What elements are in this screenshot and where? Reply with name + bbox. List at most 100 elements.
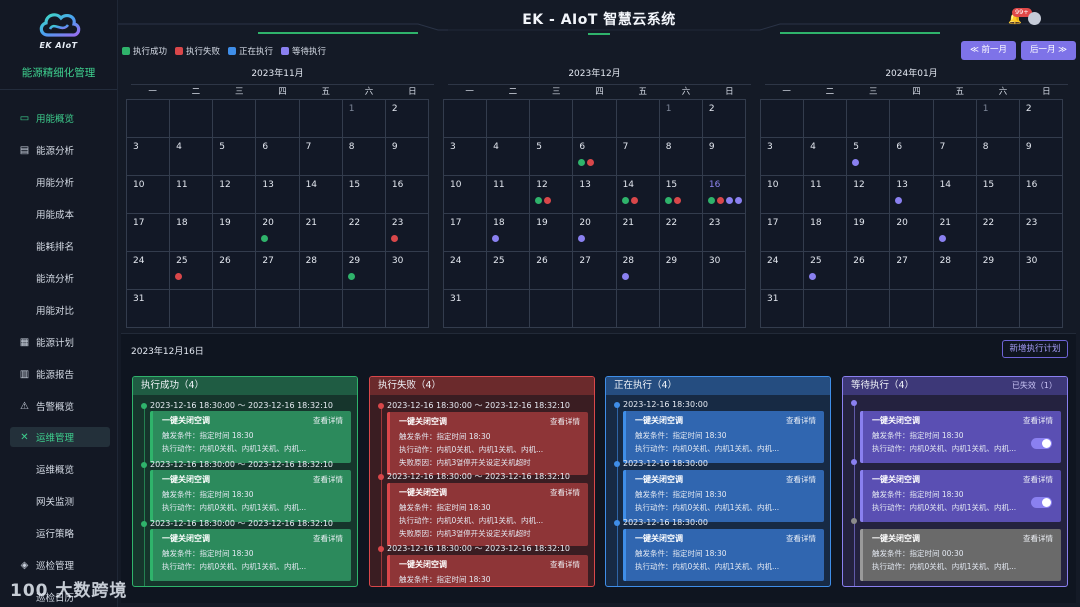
calendar-day[interactable]: 1	[342, 100, 386, 138]
calendar-day[interactable]: 11	[170, 176, 214, 214]
calendar-day[interactable]: 12	[847, 176, 891, 214]
calendar-day[interactable]: 31	[127, 290, 171, 328]
sidebar-item[interactable]: 用能对比	[10, 300, 110, 320]
calendar-day[interactable]: 25	[487, 252, 531, 290]
sidebar-item[interactable]: 用能成本	[10, 204, 110, 224]
calendar-day[interactable]: 2	[702, 100, 746, 138]
calendar-day[interactable]: 26	[213, 252, 257, 290]
calendar-day[interactable]	[890, 100, 934, 138]
calendar-day[interactable]: 24	[127, 252, 171, 290]
calendar-day[interactable]	[616, 100, 660, 138]
calendar-day[interactable]	[444, 100, 488, 138]
calendar-day[interactable]	[299, 100, 343, 138]
plan-card[interactable]: 一键关闭空调 查看详情 触发条件：指定时间 18:30 执行动作：内机0关机、内机1关…	[150, 529, 351, 581]
calendar-day[interactable]: 17	[444, 214, 488, 252]
calendar-day[interactable]: 29	[976, 252, 1020, 290]
calendar-day[interactable]	[256, 100, 300, 138]
calendar-day[interactable]: 22	[976, 214, 1020, 252]
plan-card[interactable]: 一键关闭空调 查看详情 触发条件：指定时间 18:30 执行动作：内机0关机、内机1关…	[860, 411, 1061, 463]
calendar-day[interactable]	[385, 290, 429, 328]
plan-card[interactable]: 一键关闭空调 查看详情 触发条件：指定时间 18:30 执行动作：内机0关机、内机1关…	[623, 470, 824, 522]
calendar-day[interactable]: 26	[847, 252, 891, 290]
calendar-day[interactable]	[616, 290, 660, 328]
sidebar-item[interactable]: 用能分析	[10, 172, 110, 192]
calendar-day[interactable]: 13	[573, 176, 617, 214]
calendar-day[interactable]: 12	[213, 176, 257, 214]
calendar-day[interactable]: 20	[890, 214, 934, 252]
sidebar-item[interactable]: 网关监测	[10, 491, 110, 511]
view-details-link[interactable]: 查看详情	[1023, 533, 1053, 544]
plan-card[interactable]: 一键关闭空调 查看详情 触发条件：指定时间 18:30 执行动作：内机0关机、内机1关…	[623, 529, 824, 581]
calendar-day[interactable]: 5	[530, 138, 574, 176]
calendar-day[interactable]: 7	[616, 138, 660, 176]
plan-card[interactable]: 一键关闭空调 查看详情 触发条件：指定时间 18:30 执行动作：内机0关机、内机1关…	[860, 470, 1061, 522]
calendar-day[interactable]: 2	[1019, 100, 1063, 138]
calendar-day[interactable]	[530, 290, 574, 328]
calendar-day[interactable]: 15	[976, 176, 1020, 214]
calendar-day[interactable]: 8	[342, 138, 386, 176]
calendar-day[interactable]: 21	[616, 214, 660, 252]
enable-toggle[interactable]	[1031, 497, 1052, 508]
calendar-day[interactable]	[299, 290, 343, 328]
sidebar-item[interactable]: ▦ 能源计划	[10, 332, 110, 352]
view-details-link[interactable]: 查看详情	[550, 416, 580, 427]
plan-card[interactable]: 一键关闭空调 查看详情 触发条件：指定时间 18:30 执行动作：内机0关机、内机1关…	[387, 483, 588, 546]
calendar-day[interactable]	[487, 290, 531, 328]
calendar-day[interactable]: 14	[299, 176, 343, 214]
view-details-link[interactable]: 查看详情	[550, 487, 580, 498]
new-plan-button[interactable]: 新增执行计划	[1002, 340, 1068, 358]
calendar-day[interactable]: 23	[1019, 214, 1063, 252]
calendar-day[interactable]	[127, 100, 171, 138]
calendar-day[interactable]: 22	[342, 214, 386, 252]
prev-month-button[interactable]: ≪ 前一月	[961, 41, 1016, 60]
calendar-day[interactable]: 7	[299, 138, 343, 176]
calendar-day[interactable]	[976, 290, 1020, 328]
calendar-day[interactable]: 28	[933, 252, 977, 290]
calendar-day[interactable]: 1	[976, 100, 1020, 138]
calendar-day[interactable]: 9	[702, 138, 746, 176]
sidebar-item[interactable]: ▭ 用能概览	[10, 108, 110, 128]
sidebar-item[interactable]: 能流分析	[10, 268, 110, 288]
view-details-link[interactable]: 查看详情	[1023, 415, 1053, 426]
calendar-day[interactable]: 6	[256, 138, 300, 176]
sidebar-item[interactable]: ◈ 巡检管理	[10, 555, 110, 575]
calendar-day[interactable]: 13	[256, 176, 300, 214]
calendar-day[interactable]: 14	[933, 176, 977, 214]
calendar-day[interactable]: 29	[659, 252, 703, 290]
calendar-day[interactable]: 21	[299, 214, 343, 252]
calendar-day[interactable]: 23	[385, 214, 429, 252]
calendar-day[interactable]: 30	[1019, 252, 1063, 290]
sidebar-item[interactable]: ✕ 运维管理	[10, 427, 110, 447]
calendar-day[interactable]	[170, 100, 214, 138]
calendar-day[interactable]: 29	[342, 252, 386, 290]
calendar-day[interactable]: 27	[890, 252, 934, 290]
calendar-day[interactable]: 6	[573, 138, 617, 176]
view-details-link[interactable]: 查看详情	[1023, 474, 1053, 485]
view-details-link[interactable]: 查看详情	[550, 559, 580, 570]
calendar-day[interactable]: 8	[659, 138, 703, 176]
sidebar-item[interactable]: 运行策略	[10, 523, 110, 543]
calendar-day[interactable]: 25	[804, 252, 848, 290]
user-avatar[interactable]	[1028, 12, 1041, 25]
calendar-day[interactable]	[1019, 290, 1063, 328]
calendar-day[interactable]: 30	[385, 252, 429, 290]
calendar-day[interactable]	[170, 290, 214, 328]
calendar-day[interactable]: 3	[761, 138, 805, 176]
calendar-day[interactable]: 23	[702, 214, 746, 252]
calendar-day[interactable]: 4	[804, 138, 848, 176]
sidebar-item[interactable]: 运维概览	[10, 459, 110, 479]
calendar-day[interactable]: 16	[385, 176, 429, 214]
calendar-day[interactable]	[847, 100, 891, 138]
next-month-button[interactable]: 后一月 ≫	[1021, 41, 1076, 60]
calendar-day[interactable]	[702, 290, 746, 328]
calendar-day[interactable]: 15	[342, 176, 386, 214]
calendar-day[interactable]: 15	[659, 176, 703, 214]
calendar-day[interactable]: 31	[761, 290, 805, 328]
calendar-day[interactable]	[933, 100, 977, 138]
calendar-day[interactable]: 27	[573, 252, 617, 290]
calendar-day[interactable]: 28	[299, 252, 343, 290]
view-details-link[interactable]: 查看详情	[313, 415, 343, 426]
calendar-day[interactable]: 21	[933, 214, 977, 252]
plan-card[interactable]: 一键关闭空调 查看详情 触发条件：指定时间 18:30 执行动作：内机0关机、内机1关…	[623, 411, 824, 463]
calendar-day[interactable]: 9	[385, 138, 429, 176]
